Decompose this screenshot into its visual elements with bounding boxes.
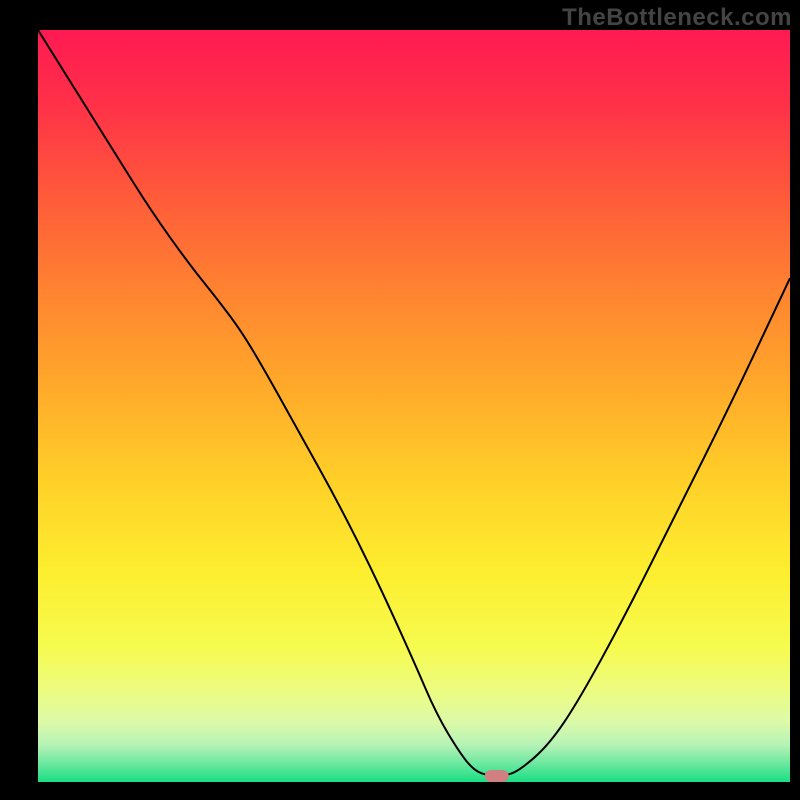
gradient-background [38, 30, 790, 782]
optimal-marker [485, 770, 509, 782]
watermark-text: TheBottleneck.com [562, 4, 792, 32]
chart-svg [38, 30, 790, 782]
plot-area [38, 30, 790, 782]
chart-frame: TheBottleneck.com [0, 0, 800, 800]
